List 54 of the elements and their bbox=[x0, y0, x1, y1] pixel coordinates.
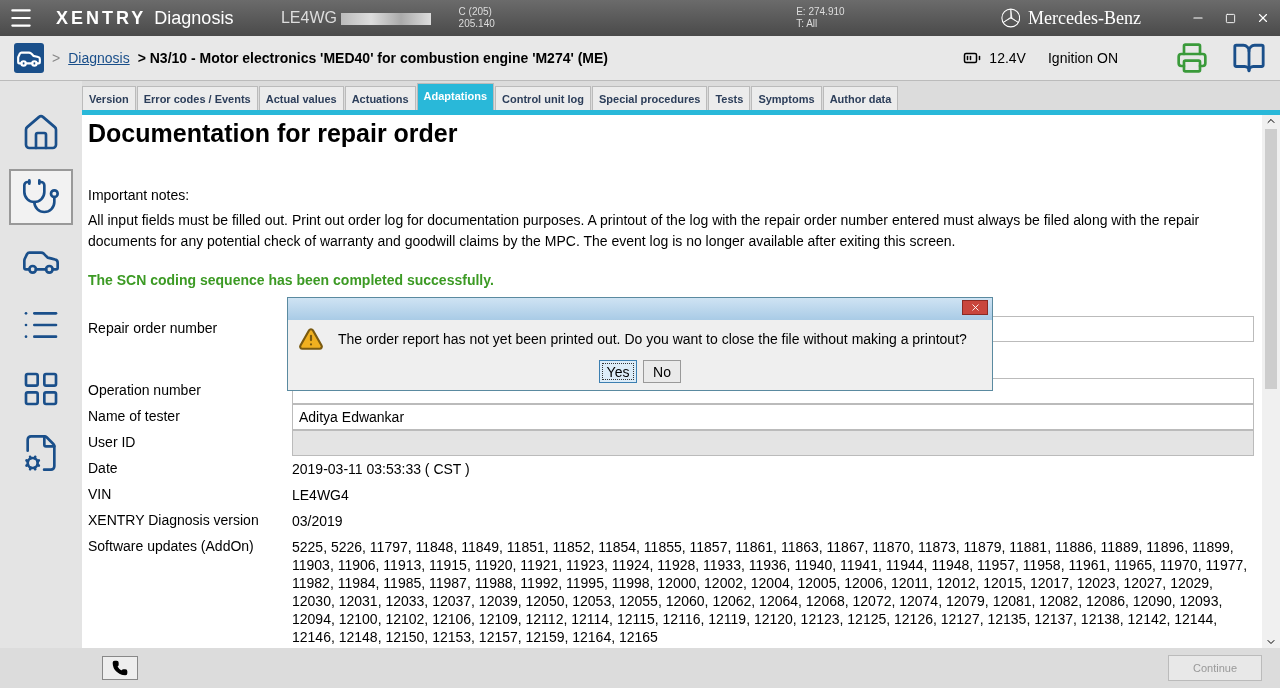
model-text: C (205) bbox=[458, 6, 493, 18]
warning-icon bbox=[298, 326, 324, 352]
dialog-button[interactable]: Yes bbox=[599, 360, 637, 383]
dialog-message: The order report has not yet been printed out. Do you want to close the file without making a printout? bbox=[338, 331, 967, 347]
breadcrumb-link[interactable]: Diagnosis bbox=[68, 50, 130, 66]
transmission-text: T: All bbox=[796, 18, 819, 30]
breadcrumb-path: > N3/10 - Motor electronics 'MED40' for combustion engine 'M274' (ME) bbox=[137, 50, 610, 66]
phone-button[interactable] bbox=[102, 656, 138, 680]
tab[interactable]: Author data bbox=[822, 86, 899, 110]
voltage-text: 12.4V bbox=[989, 50, 1026, 66]
brand-title: XENTRY bbox=[56, 7, 147, 29]
success-message: The SCN coding sequence has been completed successfully. bbox=[88, 272, 495, 288]
phone-icon bbox=[112, 660, 128, 676]
tab[interactable]: Actuations bbox=[344, 86, 416, 110]
field-label: XENTRY Diagnosis version bbox=[88, 511, 260, 530]
field-value: 5225, 5226, 11797, 11848, 11849, 11851, 11852, 11854, 11855, 11857, 11861, 11863, 11867, 11870, 11873, 11879, 11881, 11886, 11889, 11896, 11899, 11903, 11906, 11913, 11915, 11920, 11921, 11923, 11924, 11928, 11933, 11936, 11940, 11941, 11944, 11948, 11957, 11958, 11961, 11965, 11970, 11977, 11982, 11984, 11985, 11987, 11988, 11992, 11995, 11998, 12000, 12002, 12004, 12005, 12006, 12011, 12012, 12015, 12017, 12023, 12027, 12029, 12030, 12031, 12033, 12037, 12039, 12050, 12053, 12055, 12060, 12062, 12064, 12068, 12072, 12074, 12079, 12081, 12082, 12086, 12090, 12093, 12094, 12100, 12102, 12106, 12109, 12112, 12114, 12115, 12116, 12119, 12120, 12123, 12125, 12126, 12127, 12135, 12137, 12138, 12142, 12144, 12146, 12148, 12150, 12153, 12157, 12159, 12164, 12165 bbox=[292, 538, 1249, 647]
field-label: Date bbox=[88, 459, 119, 478]
scrollbar[interactable] bbox=[1262, 115, 1280, 648]
engine-text: E: 274.910 bbox=[796, 6, 846, 18]
star-logo-icon bbox=[1000, 7, 1021, 29]
ignition-status: Ignition ON bbox=[1047, 50, 1118, 66]
tab[interactable]: Tests bbox=[708, 86, 751, 110]
readonly-field[interactable] bbox=[292, 430, 1254, 456]
app-title: Diagnosis bbox=[154, 7, 235, 29]
tab[interactable]: Error codes / Events bbox=[136, 86, 258, 110]
tab[interactable]: Actual values bbox=[258, 86, 344, 110]
field-label: Software updates (AddOn) bbox=[88, 537, 255, 556]
field-label: Repair order number bbox=[88, 319, 219, 338]
printer-icon[interactable] bbox=[1176, 42, 1208, 74]
input-field[interactable]: Aditya Edwankar bbox=[292, 404, 1254, 430]
book-icon[interactable] bbox=[1232, 41, 1266, 75]
notes-label: Important notes: bbox=[88, 186, 191, 205]
page-heading: Documentation for repair order bbox=[88, 119, 459, 148]
field-value: LE4WG4 bbox=[292, 486, 350, 505]
tab[interactable]: Special procedures bbox=[591, 86, 708, 110]
notes-text: All input fields must be filled out. Print out order log for documentation purposes. A printout of the log with the repair order number entered must always be filed along with the repair documents for any potential check of warranty and goodwill claims by the MPC. The event log is no longer available after exiting this screen. bbox=[88, 211, 1201, 251]
car-icon[interactable] bbox=[14, 43, 44, 73]
tab[interactable]: Symptoms bbox=[751, 86, 822, 110]
tab[interactable]: Version bbox=[82, 86, 136, 110]
vin-text: LE4WG bbox=[280, 9, 459, 27]
close-button[interactable] bbox=[962, 300, 988, 315]
field-value: 03/2019 bbox=[292, 512, 344, 531]
sidebar-item[interactable] bbox=[9, 169, 73, 225]
field-label: User ID bbox=[88, 433, 137, 452]
close-icon bbox=[969, 302, 981, 313]
field-value: 2019-03-11 03:53:33 ( CST ) bbox=[292, 460, 471, 479]
separator-text: > bbox=[52, 50, 61, 66]
tab[interactable]: Control unit log bbox=[495, 86, 591, 110]
maker-name: Mercedes-Benz bbox=[1028, 7, 1141, 29]
dialog-button[interactable]: No bbox=[643, 360, 681, 383]
field-label: VIN bbox=[88, 485, 113, 504]
model-code: 205.140 bbox=[458, 18, 496, 30]
field-label: Operation number bbox=[88, 381, 202, 400]
field-label: Name of tester bbox=[88, 407, 181, 426]
